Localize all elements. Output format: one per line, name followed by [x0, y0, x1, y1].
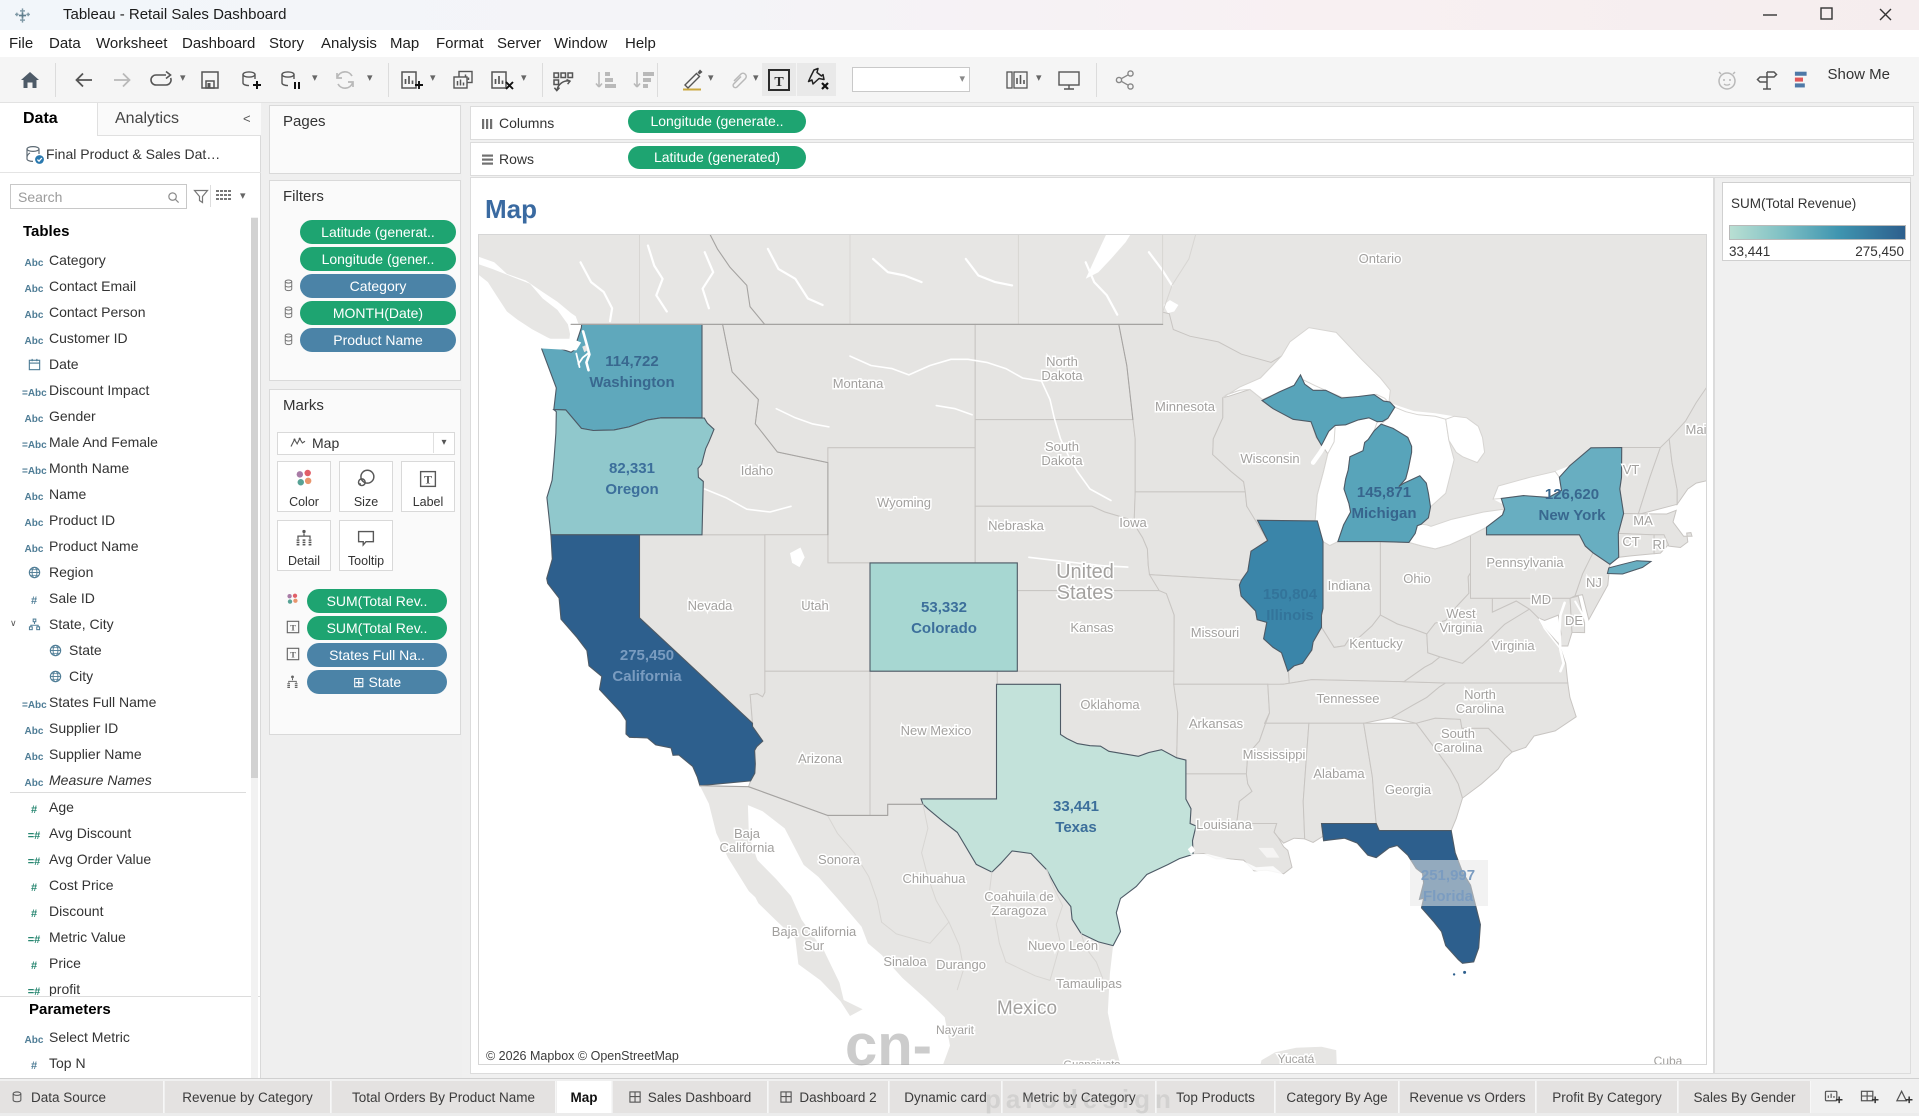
svg-text:DE: DE	[1565, 613, 1583, 628]
svg-text:California: California	[612, 668, 682, 685]
svg-text:145,871: 145,871	[1357, 484, 1411, 501]
svg-text:Missouri: Missouri	[1191, 625, 1240, 640]
svg-text:Mississippi: Mississippi	[1243, 747, 1306, 762]
svg-text:VT: VT	[1623, 462, 1640, 477]
svg-text:Ohio: Ohio	[1403, 571, 1430, 586]
svg-text:150,804: 150,804	[1263, 586, 1318, 603]
svg-text:Illinois: Illinois	[1266, 607, 1314, 624]
svg-text:© 2026 Mapbox © OpenStreetMap: © 2026 Mapbox © OpenStreetMap	[486, 1049, 679, 1063]
svg-text:West: West	[1446, 606, 1476, 621]
svg-text:Tamaulipas: Tamaulipas	[1056, 976, 1122, 991]
svg-text:T: T	[774, 75, 784, 90]
svg-text:T: T	[290, 650, 296, 660]
svg-text:Ontario: Ontario	[1359, 251, 1402, 266]
svg-text:Oklahoma: Oklahoma	[1080, 697, 1140, 712]
svg-text:53,332: 53,332	[921, 599, 967, 616]
svg-text:Texas: Texas	[1055, 819, 1096, 836]
svg-text:Arkansas: Arkansas	[1189, 716, 1244, 731]
svg-text:Nebraska: Nebraska	[988, 518, 1044, 533]
svg-text:Oregon: Oregon	[605, 481, 658, 498]
svg-text:RI: RI	[1653, 537, 1666, 552]
svg-text:Mai: Mai	[1686, 422, 1707, 437]
svg-text:States: States	[1057, 582, 1114, 604]
svg-text:Utah: Utah	[801, 598, 828, 613]
svg-text:82,331: 82,331	[609, 460, 655, 477]
svg-text:California: California	[720, 840, 776, 855]
svg-text:Coahuila de: Coahuila de	[984, 889, 1053, 904]
svg-text:Kansas: Kansas	[1070, 620, 1114, 635]
svg-text:Tennessee: Tennessee	[1317, 691, 1380, 706]
svg-text:Sinaloa: Sinaloa	[883, 954, 927, 969]
svg-text:251,997: 251,997	[1421, 867, 1475, 884]
svg-text:Sonora: Sonora	[818, 852, 861, 867]
svg-text:Pennsylvania: Pennsylvania	[1486, 555, 1564, 570]
svg-text:Washington: Washington	[589, 374, 674, 391]
svg-text:Georgia: Georgia	[1385, 782, 1432, 797]
svg-text:NJ: NJ	[1586, 575, 1602, 590]
svg-text:North: North	[1464, 687, 1496, 702]
svg-text:Iowa: Iowa	[1119, 515, 1147, 530]
svg-text:275,450: 275,450	[620, 647, 674, 664]
svg-text:MA: MA	[1633, 513, 1653, 528]
svg-text:Carolina: Carolina	[1456, 701, 1505, 716]
svg-text:Michigan: Michigan	[1351, 505, 1416, 522]
svg-text:Indiana: Indiana	[1328, 578, 1371, 593]
svg-text:126,620: 126,620	[1545, 486, 1599, 503]
svg-text:33,441: 33,441	[1053, 798, 1099, 815]
svg-text:Nevada: Nevada	[688, 598, 734, 613]
svg-text:Nuevo León: Nuevo León	[1028, 938, 1098, 953]
svg-text:Dakota: Dakota	[1041, 453, 1083, 468]
svg-text:New York: New York	[1539, 507, 1607, 524]
svg-text:T: T	[424, 473, 432, 487]
svg-text:Alabama: Alabama	[1313, 766, 1365, 781]
svg-text:Montana: Montana	[833, 376, 884, 391]
svg-text:Baja California: Baja California	[772, 924, 857, 939]
svg-text:Sur: Sur	[804, 938, 825, 953]
svg-text:Florida: Florida	[1423, 888, 1474, 905]
svg-text:Virginia: Virginia	[1491, 638, 1535, 653]
svg-text:Idaho: Idaho	[741, 463, 774, 478]
svg-text:CT: CT	[1622, 534, 1639, 549]
svg-text:Yucatá: Yucatá	[1278, 1052, 1315, 1065]
svg-text:Baja: Baja	[734, 826, 761, 841]
svg-text:Carolina: Carolina	[1434, 740, 1483, 755]
svg-text:Guanajuato: Guanajuato	[1064, 1059, 1121, 1065]
svg-text:Colorado: Colorado	[911, 620, 977, 637]
svg-text:MD: MD	[1531, 592, 1551, 607]
svg-text:Mexico: Mexico	[997, 998, 1057, 1019]
svg-text:Nayarit: Nayarit	[936, 1023, 975, 1037]
svg-text:Durango: Durango	[936, 957, 986, 972]
svg-text:New Mexico: New Mexico	[901, 723, 972, 738]
svg-text:Louisiana: Louisiana	[1196, 817, 1252, 832]
svg-text:Dakota: Dakota	[1041, 368, 1083, 383]
svg-text:North: North	[1046, 354, 1078, 369]
svg-text:Minnesota: Minnesota	[1155, 399, 1216, 414]
svg-text:Virginia: Virginia	[1439, 620, 1483, 635]
svg-text:T: T	[290, 623, 296, 633]
svg-text:Kentucky: Kentucky	[1349, 636, 1403, 651]
svg-text:South: South	[1441, 726, 1475, 741]
svg-text:Chihuahua: Chihuahua	[903, 871, 967, 886]
svg-text:South: South	[1045, 439, 1079, 454]
svg-text:Wyoming: Wyoming	[877, 495, 931, 510]
svg-text:United: United	[1056, 561, 1114, 583]
svg-text:114,722: 114,722	[605, 353, 658, 370]
svg-text:Wisconsin: Wisconsin	[1240, 451, 1299, 466]
svg-text:Arizona: Arizona	[798, 751, 843, 766]
svg-text:Cuba: Cuba	[1654, 1054, 1683, 1065]
svg-text:Zaragoza: Zaragoza	[992, 903, 1048, 918]
